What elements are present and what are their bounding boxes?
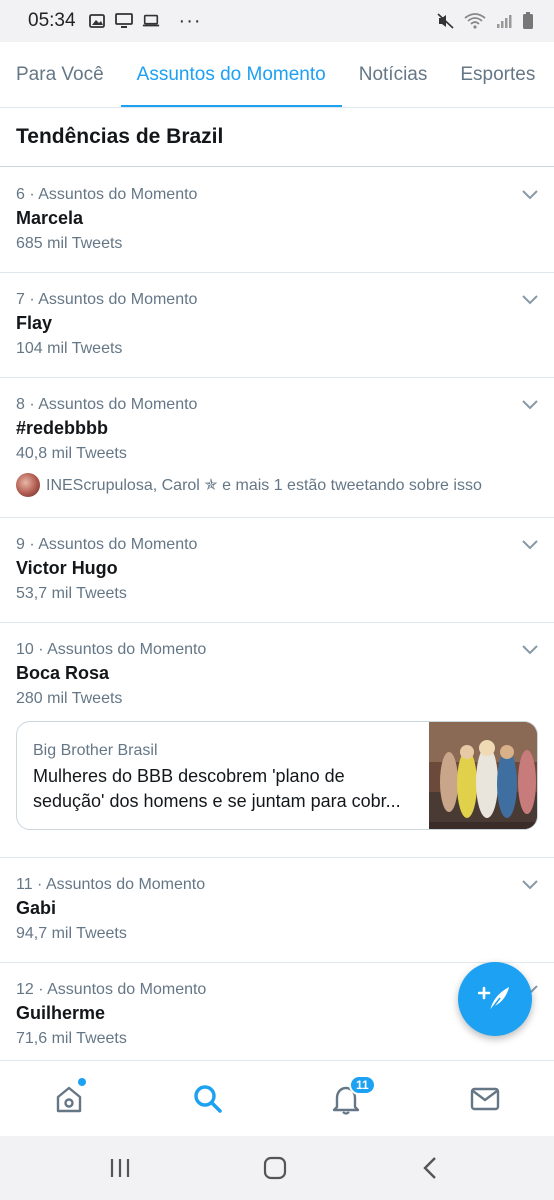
status-bar: 05:34 ··· (0, 0, 554, 42)
news-source: Big Brother Brasil (33, 742, 158, 759)
trend-item[interactable]: 9 · Assuntos do Momento Victor Hugo 53,7… (0, 518, 554, 623)
nav-notifications[interactable]: 11 (311, 1061, 381, 1137)
compose-feather-icon (478, 986, 509, 1012)
tab-noticias[interactable]: Notícias (359, 42, 428, 107)
home-square-icon (263, 1156, 287, 1180)
section-header: Tendências de Brazil (0, 108, 554, 167)
monitor-icon (114, 13, 133, 29)
battery-icon (522, 12, 534, 29)
news-card[interactable]: Big Brother Brasil Mulheres do BBB desco… (16, 721, 538, 830)
trend-count: 71,6 mil Tweets (16, 1030, 127, 1047)
home-system-button[interactable] (255, 1150, 295, 1186)
notifications-badge: 11 (349, 1075, 376, 1095)
back-chevron-icon (423, 1157, 436, 1179)
laptop-icon (142, 13, 160, 29)
trend-name: #redebbbb (16, 418, 109, 438)
trend-item[interactable]: 6 · Assuntos do Momento Marcela 685 mil … (0, 168, 554, 273)
trend-name: Marcela (16, 208, 84, 228)
chevron-down-icon[interactable] (522, 188, 538, 200)
messages-icon (470, 1087, 500, 1111)
wifi-icon (464, 13, 486, 29)
trend-count: 40,8 mil Tweets (16, 445, 127, 462)
nav-home[interactable] (34, 1061, 104, 1137)
mute-icon (437, 13, 455, 29)
recent-apps-button[interactable] (100, 1150, 140, 1186)
news-thumbnail (429, 722, 537, 829)
trend-meta: 9 · Assuntos do Momento (16, 536, 198, 553)
compose-tweet-button[interactable] (458, 962, 532, 1036)
trend-count: 685 mil Tweets (16, 235, 123, 252)
tab-esportes[interactable]: Esportes (460, 42, 535, 107)
trend-count: 280 mil Tweets (16, 690, 123, 707)
tab-assuntos-do-momento[interactable]: Assuntos do Momento (120, 42, 342, 107)
tab-para-voce[interactable]: Para Você (16, 42, 104, 107)
trend-name: Gabi (16, 898, 57, 918)
chevron-down-icon[interactable] (522, 643, 538, 655)
trend-item[interactable]: 10 · Assuntos do Momento Boca Rosa 280 m… (0, 623, 554, 858)
tweeting-text: INEScrupulosa, Carol ✯ e mais 1 estão tw… (46, 477, 482, 494)
chevron-down-icon[interactable] (522, 878, 538, 890)
trend-item[interactable]: 7 · Assuntos do Momento Flay 104 mil Twe… (0, 273, 554, 378)
trend-item[interactable]: 11 · Assuntos do Momento Gabi 94,7 mil T… (0, 858, 554, 963)
trend-name: Guilherme (16, 1003, 106, 1023)
home-icon (56, 1086, 82, 1113)
trend-name: Boca Rosa (16, 663, 110, 683)
chevron-down-icon[interactable] (522, 293, 538, 305)
trend-item[interactable]: 8 · Assuntos do Momento #redebbbb 40,8 m… (0, 378, 554, 518)
trend-name: Victor Hugo (16, 558, 118, 578)
avatar (16, 473, 40, 497)
back-button[interactable] (410, 1150, 450, 1186)
trend-meta: 6 · Assuntos do Momento (16, 186, 198, 203)
search-icon (194, 1085, 222, 1113)
tweeting-users: INEScrupulosa, Carol ✯ e mais 1 estão tw… (16, 473, 482, 497)
chevron-down-icon[interactable] (522, 538, 538, 550)
trend-count: 53,7 mil Tweets (16, 585, 127, 602)
chevron-down-icon[interactable] (522, 398, 538, 410)
bottom-navigation: 11 (0, 1060, 554, 1136)
gallery-icon (88, 13, 106, 29)
status-time: 05:34 (28, 10, 76, 31)
trend-meta: 11 · Assuntos do Momento (16, 876, 206, 893)
trend-count: 94,7 mil Tweets (16, 925, 127, 942)
trend-meta: 12 · Assuntos do Momento (16, 981, 207, 998)
more-notifications: ··· (178, 10, 202, 32)
new-content-dot (78, 1078, 86, 1086)
trend-meta: 7 · Assuntos do Momento (16, 291, 198, 308)
trend-count: 104 mil Tweets (16, 340, 123, 357)
section-title: Tendências de Brazil (16, 125, 224, 148)
signal-icon (495, 13, 513, 29)
trend-meta: 10 · Assuntos do Momento (16, 641, 207, 658)
trend-name: Flay (16, 313, 53, 333)
nav-messages[interactable] (450, 1061, 520, 1137)
nav-search[interactable] (173, 1061, 243, 1137)
news-headline: Mulheres do BBB descobrem 'plano de sedu… (33, 766, 401, 811)
recent-apps-icon (110, 1159, 130, 1177)
trend-meta: 8 · Assuntos do Momento (16, 396, 198, 413)
system-navigation-bar (0, 1136, 554, 1200)
explore-tabs: Para Você Assuntos do Momento Notícias E… (0, 42, 554, 108)
